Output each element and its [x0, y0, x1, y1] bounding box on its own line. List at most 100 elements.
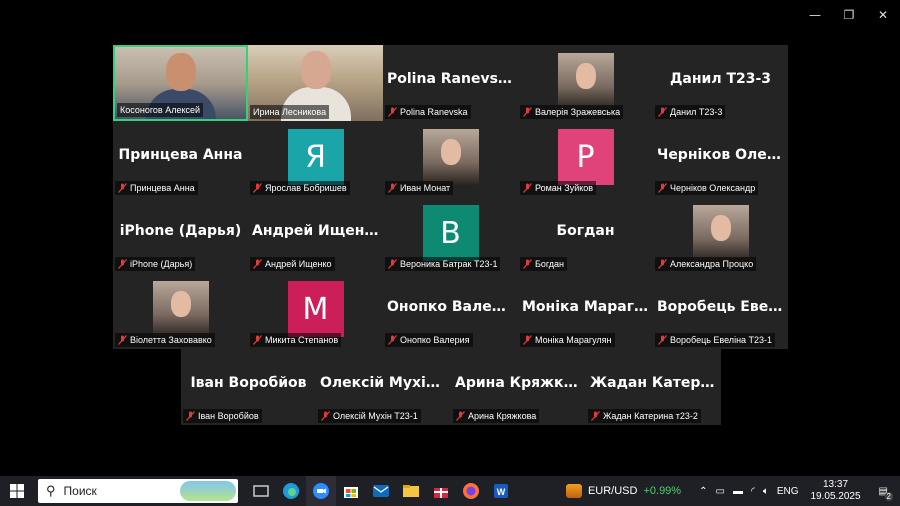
system-tray: EUR/USD +0.99% ⌃ ▭ ▬ ◜ 🔈︎ ENG 13:37 19.0…	[565, 476, 900, 506]
firefox-icon[interactable]	[456, 476, 486, 506]
participant-name-label: Косоногов Алексей	[117, 103, 204, 117]
device-icon[interactable]: ▭	[715, 486, 724, 497]
participant-tile[interactable]: Косоногов Алексей	[113, 45, 248, 121]
participant-name-label: Принцева Анна	[115, 181, 198, 195]
participant-name: Андрей Ищенко	[265, 259, 332, 269]
profile-face	[575, 63, 596, 89]
mic-muted-icon	[253, 183, 262, 193]
participant-profile-photo	[557, 53, 614, 109]
search-placeholder: Поиск	[63, 484, 97, 498]
start-button[interactable]	[0, 476, 34, 506]
mic-muted-icon	[388, 183, 397, 193]
volume-icon[interactable]: 🔈︎	[763, 486, 769, 497]
participant-tile[interactable]: M Микита Степанов	[248, 273, 383, 349]
participant-name: Микита Степанов	[265, 335, 339, 345]
svg-text:W: W	[497, 487, 506, 497]
battery-icon[interactable]: ▬	[733, 486, 743, 497]
participant-tile[interactable]: Ирина Лесникова	[248, 45, 383, 121]
wifi-icon[interactable]: ◜	[751, 486, 755, 497]
participant-tile[interactable]: Андрей Ищенко Андрей Ищенко	[248, 197, 383, 273]
participant-display-name: Polina Ranevska	[387, 71, 517, 87]
mic-muted-icon	[118, 183, 127, 193]
participant-tile[interactable]: Воробець Евел... Воробець Евеліна Т23-1	[653, 273, 788, 349]
microsoft-store-icon[interactable]	[336, 476, 366, 506]
participant-tile[interactable]: Богдан Богдан	[518, 197, 653, 273]
participant-avatar: B	[422, 205, 479, 261]
participant-tile[interactable]: Иван Монат	[383, 121, 518, 197]
participant-tile[interactable]: Іван Воробйов Іван Воробйов	[181, 349, 316, 425]
participant-tile[interactable]: Александра Процко	[653, 197, 788, 273]
participant-tile[interactable]: Черніков Олек... Черніков Олександр	[653, 121, 788, 197]
show-hidden-icons-chevron-icon[interactable]: ⌃	[699, 486, 707, 497]
participant-name: Иван Монат	[400, 183, 451, 193]
mic-muted-icon	[523, 183, 532, 193]
participant-name: Іван Воробйов	[198, 411, 259, 421]
edge-icon[interactable]	[276, 476, 306, 506]
participant-display-name: Богдан	[556, 223, 615, 239]
clock[interactable]: 13:37 19.05.2025	[810, 479, 860, 503]
zoom-icon[interactable]	[306, 476, 336, 506]
close-button[interactable]: ✕	[866, 0, 900, 30]
participant-face	[300, 51, 331, 89]
participant-tile[interactable]: P Роман Зуйков	[518, 121, 653, 197]
search-icon: ⚲	[46, 483, 56, 498]
participant-profile-photo	[422, 129, 479, 185]
mic-muted-icon	[186, 411, 195, 421]
participant-tile[interactable]: Polina Ranevska Polina Ranevska	[383, 45, 518, 121]
participant-tile[interactable]: Жадан Катери... Жадан Катерина т23-2	[586, 349, 721, 425]
participant-avatar: P	[557, 129, 614, 185]
participant-tile[interactable]: iPhone (Дарья) iPhone (Дарья)	[113, 197, 248, 273]
participant-name-label: Іван Воробйов	[183, 409, 262, 423]
stock-icon	[565, 484, 582, 498]
taskbar-search-box[interactable]: ⚲ Поиск	[38, 479, 238, 503]
participant-name: Ирина Лесникова	[253, 107, 327, 117]
participant-name-label: Віолетта Заховавко	[115, 333, 215, 347]
notification-badge: 2	[884, 491, 893, 501]
language-indicator[interactable]: ENG	[777, 486, 799, 497]
mic-muted-icon	[658, 335, 667, 345]
participant-tile[interactable]: Віолетта Заховавко	[113, 273, 248, 349]
participant-tile[interactable]: Принцева Анна Принцева Анна	[113, 121, 248, 197]
participant-display-name: Іван Воробйов	[190, 375, 307, 391]
participant-name: Олексій Мухін Т23-1	[333, 411, 418, 421]
mic-muted-icon	[388, 107, 397, 117]
participant-name: Воробець Евеліна Т23-1	[670, 335, 773, 345]
participant-tile[interactable]: B Вероника Батрак Т23-1	[383, 197, 518, 273]
participant-avatar: Я	[287, 129, 344, 185]
task-view-icon[interactable]	[246, 476, 276, 506]
participant-tile[interactable]: Данил Т23-3 Данил Т23-3	[653, 45, 788, 121]
stock-ticker[interactable]: EUR/USD	[588, 485, 638, 497]
minimize-button[interactable]: —	[798, 0, 832, 30]
mail-icon[interactable]	[366, 476, 396, 506]
participant-tile[interactable]: Олексій Мухін... Олексій Мухін Т23-1	[316, 349, 451, 425]
mic-muted-icon	[118, 259, 127, 269]
participant-name-label: Вероника Батрак Т23-1	[385, 257, 501, 271]
notifications-button[interactable]: ▤ 2	[879, 486, 893, 501]
participant-name: Вероника Батрак Т23-1	[400, 259, 498, 269]
participant-tile[interactable]: Онопко Валерия Онопко Валерия	[383, 273, 518, 349]
clock-date: 19.05.2025	[810, 491, 861, 502]
participant-name: Polina Ranevska	[400, 107, 468, 117]
mic-muted-icon	[456, 411, 465, 421]
profile-face	[440, 139, 461, 165]
stock-change: +0.99%	[643, 485, 682, 497]
windows-icon	[10, 484, 24, 498]
file-explorer-icon[interactable]	[396, 476, 426, 506]
participant-name: Моніка Марагулян	[535, 335, 612, 345]
participant-tile[interactable]: Валерія Зражевська	[518, 45, 653, 121]
participant-tile[interactable]: Арина Кряжкова Арина Кряжкова	[451, 349, 586, 425]
profile-face	[710, 215, 731, 241]
mic-muted-icon	[523, 107, 532, 117]
participant-tile[interactable]: Я Ярослав Бобришев	[248, 121, 383, 197]
participant-display-name: iPhone (Дарья)	[119, 223, 242, 239]
maximize-button[interactable]: ❐	[832, 0, 866, 30]
participant-display-name: Моніка Марагу...	[522, 299, 653, 315]
gift-app-icon[interactable]	[426, 476, 456, 506]
participant-tile[interactable]: Моніка Марагу... Моніка Марагулян	[518, 273, 653, 349]
mic-muted-icon	[658, 183, 667, 193]
word-icon[interactable]: W	[486, 476, 516, 506]
participant-display-name: Андрей Ищенко	[252, 223, 383, 239]
participant-avatar: M	[287, 281, 344, 337]
clock-time: 13:37	[823, 479, 849, 490]
mic-muted-icon	[658, 107, 667, 117]
